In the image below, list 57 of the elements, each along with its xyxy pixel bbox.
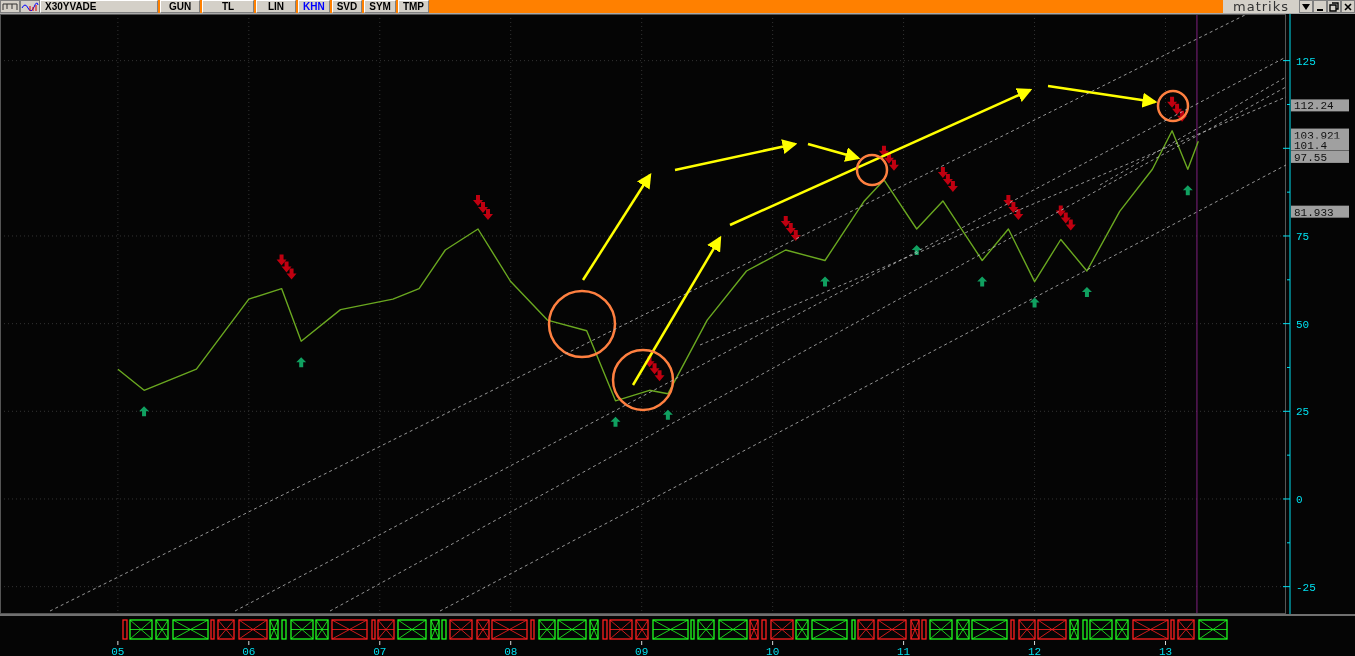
x-tick-label: 12 <box>1027 646 1042 656</box>
toolbar-tab[interactable]: GUN <box>160 0 200 13</box>
highlight-circle <box>855 153 889 187</box>
logo: matriks <box>1223 0 1299 13</box>
x-tick-label: 05 <box>111 646 125 656</box>
dropdown-icon[interactable] <box>1299 0 1313 13</box>
toolbar-tab[interactable]: KHN <box>298 0 330 13</box>
y-tick-label: -25 <box>1296 581 1316 594</box>
sell-signal-icon <box>276 254 297 280</box>
chart-frame-icon[interactable] <box>0 0 20 13</box>
y-tick-label: 0 <box>1296 494 1303 506</box>
x-tick-label: 10 <box>766 646 780 656</box>
x-tick-label: 08 <box>504 646 518 656</box>
price-label: 112.24 <box>1291 99 1349 113</box>
buy-signal-icon <box>1182 185 1193 196</box>
sell-signal-icon <box>473 194 493 220</box>
y-tick-label: 25 <box>1296 406 1310 419</box>
x-tick-label: 13 <box>1158 646 1173 656</box>
buy-signal-icon <box>911 244 922 255</box>
price-label: 101.4 <box>1291 138 1349 152</box>
sell-signal-icon <box>1055 205 1076 231</box>
minimize-icon[interactable] <box>1313 0 1327 13</box>
toolbar-tab[interactable]: TL <box>202 0 254 13</box>
x-tick-label: 09 <box>635 646 649 656</box>
y-tick-label: 125 <box>1296 55 1316 68</box>
toolbar-tab[interactable]: SVD <box>331 0 363 13</box>
price-label: 103.921 <box>1291 128 1349 142</box>
sell-signal-icon <box>644 356 665 382</box>
buy-signal-icon <box>977 276 988 287</box>
sell-signal-icon <box>780 216 801 241</box>
sell-signal-icon <box>1167 96 1188 122</box>
buy-signal-icon <box>139 406 150 417</box>
highlight-circle <box>611 348 675 412</box>
toolbar-tab[interactable]: TMP <box>397 0 429 13</box>
y-tick-label: 75 <box>1296 231 1310 243</box>
buy-signal-icon <box>1029 297 1040 308</box>
highlight-circle <box>1156 89 1190 123</box>
buy-signal-icon <box>662 409 673 420</box>
buy-signal-icon <box>296 357 307 368</box>
x-tick-label: 11 <box>897 646 911 656</box>
x-tick-label: 07 <box>373 646 387 656</box>
sell-signal-icon <box>1003 194 1024 220</box>
restore-icon[interactable] <box>1327 0 1341 13</box>
price-label: 81.933 <box>1291 205 1349 219</box>
buy-signal-icon <box>610 416 621 427</box>
toolbar-tab[interactable]: SYM <box>364 0 396 13</box>
symbol-button[interactable]: X30YVADE <box>40 0 158 13</box>
toolbar-tab[interactable]: LIN <box>256 0 296 13</box>
wave-chart-icon[interactable] <box>20 0 40 13</box>
x-tick-label: 06 <box>242 646 256 656</box>
close-icon[interactable] <box>1341 0 1355 13</box>
sell-signal-icon <box>937 166 958 192</box>
buy-signal-icon <box>820 276 831 287</box>
y-tick-label: 50 <box>1296 318 1310 331</box>
buy-signal-icon <box>1081 287 1092 298</box>
sell-signal-icon <box>878 145 899 171</box>
highlight-circle <box>547 289 617 359</box>
